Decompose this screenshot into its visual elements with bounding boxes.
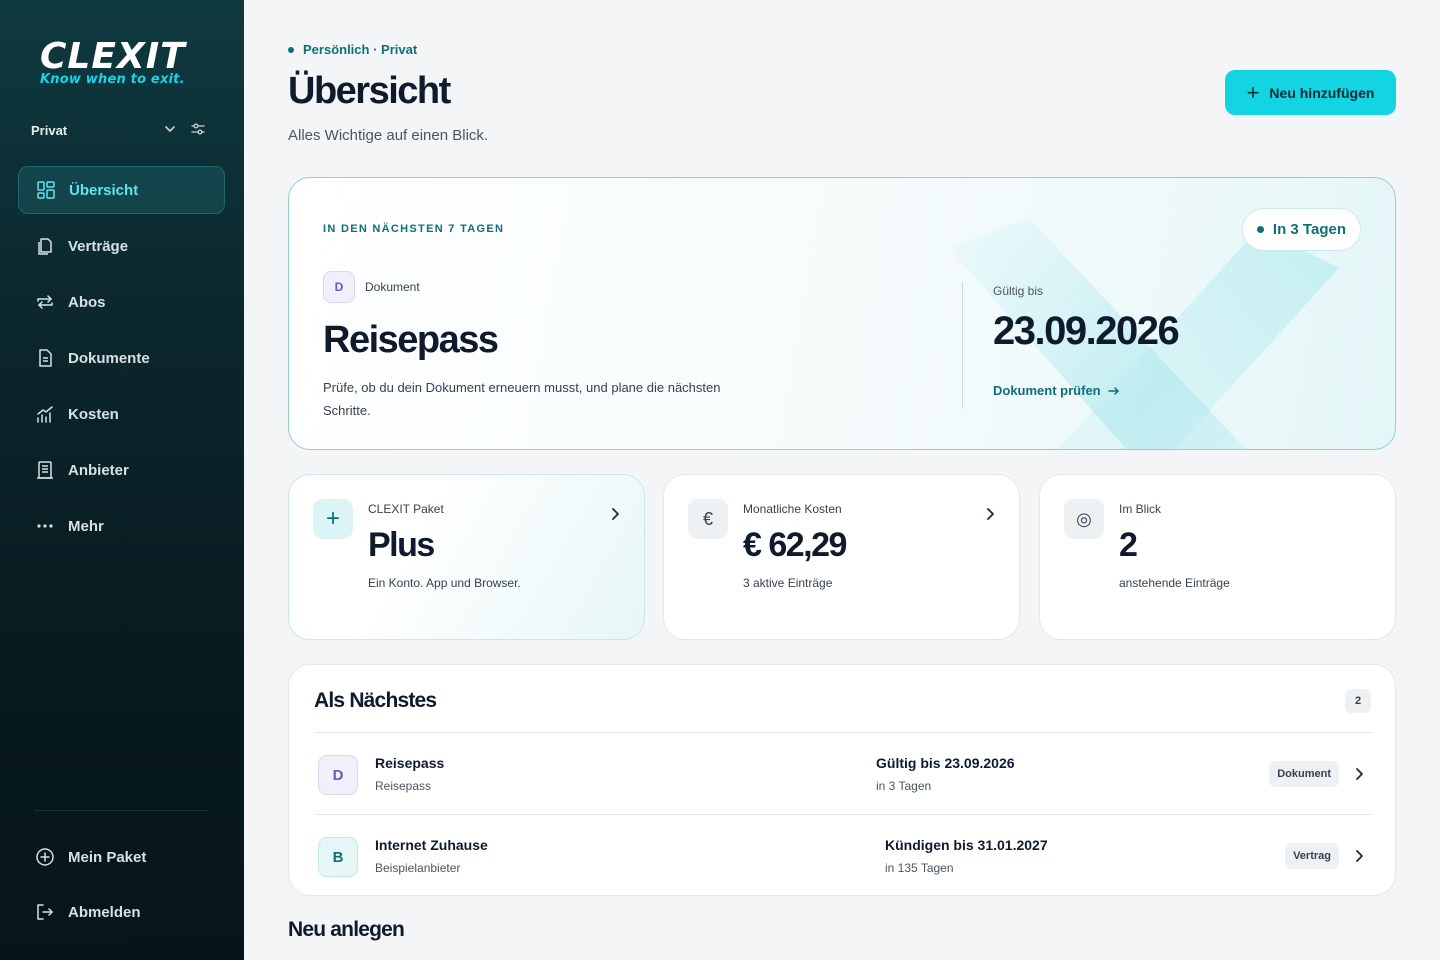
type-tag: Dokument (1269, 761, 1339, 787)
sidebar-item-abmelden[interactable]: Abmelden (18, 888, 225, 936)
item-title: Internet Zuhause (375, 837, 488, 853)
stat-value: Plus (368, 526, 435, 564)
sidebar-item-mehr[interactable]: Mehr (18, 502, 225, 550)
sidebar-item-label: Anbieter (68, 461, 129, 479)
valid-until-date: 23.09.2026 (993, 309, 1180, 353)
type-letter-avatar: B (318, 837, 358, 877)
stat-label: CLEXIT Paket (368, 502, 444, 516)
main-nav: Übersicht Verträge Abos Dokumente Kosten (18, 166, 225, 558)
logout-icon (35, 902, 55, 922)
count-badge: 2 (1345, 689, 1371, 713)
target-icon: ◎ (1064, 499, 1104, 539)
stat-sub: anstehende Einträge (1119, 576, 1230, 590)
stat-sub: Ein Konto. App und Browser. (368, 576, 521, 590)
chevron-right-icon[interactable] (1352, 849, 1366, 863)
status-dot (1256, 226, 1264, 233)
type-letter-avatar: D (318, 755, 358, 795)
plus-circle-icon (35, 847, 55, 867)
status-dot (288, 46, 294, 53)
page-subtitle: Alles Wichtige auf einen Blick. (288, 127, 489, 144)
contracts-icon (35, 236, 55, 256)
item-subtitle: Beispielanbieter (375, 861, 461, 875)
hero-description: Prüfe, ob du dein Dokument erneuern muss… (323, 380, 721, 418)
stat-value: € 62,29 (743, 526, 847, 564)
sidebar-item-dokumente[interactable]: Dokumente (18, 334, 225, 382)
sidebar-item-label: Abmelden (68, 903, 141, 921)
hero-title: Reisepass (323, 319, 499, 361)
stat-label: Monatliche Kosten (743, 502, 842, 516)
valid-until-label: Gültig bis (993, 284, 1044, 298)
type-tag: Vertrag (1285, 843, 1339, 869)
sidebar-item-label: Kosten (68, 405, 119, 423)
breadcrumb: Persönlich · Privat (288, 42, 417, 57)
filter-sliders-icon[interactable] (191, 122, 205, 136)
item-title: Reisepass (375, 755, 445, 771)
section-title: Als Nächstes (314, 689, 437, 712)
type-letter-avatar: D (323, 271, 355, 303)
stat-value: 2 (1119, 526, 1138, 564)
sidebar-item-uebersicht[interactable]: Übersicht (18, 166, 225, 214)
sidebar-divider (34, 810, 209, 811)
euro-icon: € (688, 499, 728, 539)
sidebar-item-label: Dokumente (68, 349, 150, 367)
sidebar: CLEXIT Know when to exit. Privat Übersic… (0, 0, 244, 960)
document-icon (35, 348, 55, 368)
chevron-right-icon[interactable] (608, 507, 622, 521)
section-title: Neu anlegen (288, 918, 405, 941)
plus-icon: + (1246, 79, 1260, 105)
item-subtitle: Reisepass (375, 779, 432, 793)
hero-kicker: IN DEN NÄCHSTEN 7 TAGEN (323, 223, 505, 235)
chevron-right-icon[interactable] (983, 507, 997, 521)
chevron-right-icon[interactable] (1352, 767, 1366, 781)
costs-chart-icon (35, 404, 55, 424)
sidebar-item-mein-paket[interactable]: Mein Paket (18, 833, 225, 881)
sidebar-item-label: Übersicht (69, 181, 139, 199)
type-label: Dokument (365, 280, 420, 294)
stat-card-monthly-costs[interactable]: € Monatliche Kosten € 62,29 3 aktive Ein… (663, 474, 1020, 640)
bottom-nav: Mein Paket Abmelden (18, 833, 225, 943)
add-new-label: Neu hinzufügen (1269, 84, 1375, 101)
next-items-card: Als Nächstes 2 D Reisepass Reisepass Gül… (288, 664, 1396, 896)
hero-divider (962, 282, 963, 409)
breadcrumb-text: Persönlich · Privat (303, 42, 418, 57)
stat-card-in-view[interactable]: ◎ Im Blick 2 anstehende Einträge (1039, 474, 1396, 640)
add-new-button[interactable]: + Neu hinzufügen (1225, 70, 1396, 115)
workspace-label: Privat (31, 122, 68, 138)
dashboard-icon (36, 180, 56, 200)
check-document-label: Dokument prüfen (993, 383, 1101, 398)
list-item[interactable]: D Reisepass Reisepass Gültig bis 23.09.2… (314, 733, 1372, 813)
logo-wordmark: CLEXIT (40, 36, 186, 77)
sidebar-item-label: Verträge (68, 237, 129, 255)
more-dots-icon (35, 516, 55, 536)
plus-icon: + (313, 499, 353, 539)
sidebar-item-kosten[interactable]: Kosten (18, 390, 225, 438)
item-deadline: Gültig bis 23.09.2026 (876, 755, 1015, 771)
sidebar-item-abos[interactable]: Abos (18, 278, 225, 326)
stat-sub: 3 aktive Einträge (743, 576, 833, 590)
sidebar-item-anbieter[interactable]: Anbieter (18, 446, 225, 494)
list-item[interactable]: B Internet Zuhause Beispielanbieter Künd… (314, 815, 1372, 895)
due-badge: In 3 Tagen (1241, 208, 1361, 251)
page-title: Übersicht (288, 70, 451, 112)
arrow-right-icon (1107, 386, 1119, 395)
item-type-chip: D Dokument (323, 271, 420, 303)
provider-building-icon (35, 460, 55, 480)
logo-tagline: Know when to exit. (40, 72, 185, 87)
workspace-switcher[interactable]: Privat (31, 118, 211, 142)
sidebar-item-label: Mehr (68, 517, 104, 535)
sidebar-item-label: Abos (68, 293, 106, 311)
subscriptions-icon (35, 292, 55, 312)
item-days-left: in 3 Tagen (876, 779, 932, 793)
chevron-down-icon[interactable] (163, 122, 177, 136)
item-deadline: Kündigen bis 31.01.2027 (885, 837, 1048, 853)
item-days-left: in 135 Tagen (885, 861, 954, 875)
upcoming-hero-card[interactable]: IN DEN NÄCHSTEN 7 TAGEN In 3 Tagen D Dok… (288, 177, 1396, 450)
check-document-link[interactable]: Dokument prüfen (993, 383, 1120, 398)
sidebar-item-label: Mein Paket (68, 848, 147, 866)
due-badge-label: In 3 Tagen (1272, 221, 1346, 238)
sidebar-item-vertraege[interactable]: Verträge (18, 222, 225, 270)
logo[interactable]: CLEXIT Know when to exit. (40, 36, 186, 88)
stat-card-package[interactable]: + CLEXIT Paket Plus Ein Konto. App und B… (288, 474, 645, 640)
stat-label: Im Blick (1119, 502, 1161, 516)
